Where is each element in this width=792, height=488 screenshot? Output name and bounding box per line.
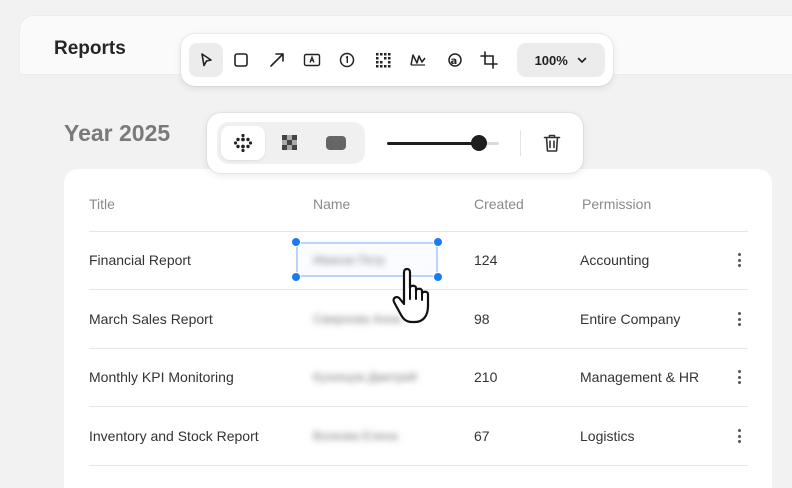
- text-mark-tool-button[interactable]: a: [437, 43, 471, 77]
- cell-title: Financial Report: [89, 252, 191, 268]
- pixelate-icon: [281, 135, 297, 150]
- blur-intensity-slider[interactable]: [387, 133, 499, 153]
- cell-permission: Logistics: [580, 428, 635, 444]
- row-more-icon[interactable]: [732, 251, 746, 269]
- pointer-icon: [201, 53, 212, 67]
- row-divider: [89, 465, 748, 466]
- trash-icon: [543, 134, 561, 152]
- resize-handle-bottom-left[interactable]: [291, 272, 301, 282]
- column-header-created[interactable]: Created: [474, 196, 524, 212]
- zoom-dropdown[interactable]: 100%: [517, 43, 606, 77]
- column-header-title[interactable]: Title: [89, 196, 115, 212]
- dots-blur-icon: [233, 133, 252, 153]
- column-header-permission[interactable]: Permission: [582, 196, 651, 212]
- toolbar-divider: [520, 130, 521, 156]
- row-divider: [89, 406, 748, 407]
- cell-permission: Entire Company: [580, 311, 681, 327]
- text-box-icon: [303, 53, 321, 67]
- chevron-down-icon: [577, 57, 587, 63]
- blur-mode-switch: [217, 122, 365, 164]
- rectangle-tool-button[interactable]: [224, 43, 258, 77]
- cell-name-blurred: Кузнецов Дмитрий: [313, 370, 417, 384]
- pointer-tool-button[interactable]: [189, 43, 223, 77]
- row-more-icon[interactable]: [732, 427, 746, 445]
- dots-blur-button[interactable]: [221, 126, 265, 160]
- slider-thumb[interactable]: [470, 135, 487, 151]
- row-divider: [89, 348, 748, 349]
- solid-fill-button[interactable]: [314, 126, 358, 160]
- cell-permission: Accounting: [580, 252, 650, 268]
- reports-page: Reports Title Name Created Permission Fi…: [0, 0, 792, 488]
- blur-options-toolbar: [207, 113, 583, 173]
- cell-title: Monthly KPI Monitoring: [89, 369, 234, 385]
- crop-tool-button[interactable]: [472, 43, 506, 77]
- cell-name-blurred: Волкова Елена: [313, 429, 398, 443]
- page-title: Reports: [54, 38, 126, 59]
- cell-created: 210: [474, 369, 498, 385]
- number-tool-button[interactable]: [331, 43, 365, 77]
- section-title: Year 2025: [64, 120, 171, 146]
- cell-permission: Management & HR: [580, 369, 700, 385]
- arrow-tool-button[interactable]: [260, 43, 294, 77]
- grid-blur-icon: [375, 53, 391, 68]
- row-more-icon[interactable]: [732, 368, 746, 386]
- resize-handle-top-left[interactable]: [291, 237, 301, 247]
- cell-title: March Sales Report: [89, 311, 213, 327]
- highlight-tool-button[interactable]: [401, 43, 435, 77]
- number-icon: [340, 52, 355, 68]
- delete-button[interactable]: [535, 126, 569, 160]
- slider-fill: [387, 142, 479, 145]
- cell-created: 67: [474, 428, 490, 444]
- svg-text:a: a: [450, 56, 457, 67]
- cell-created: 124: [474, 252, 498, 268]
- crop-icon: [480, 51, 498, 69]
- text-mark-icon: a: [447, 53, 462, 67]
- zoom-value: 100%: [534, 52, 568, 68]
- highlight-icon: [410, 54, 426, 66]
- column-header-name[interactable]: Name: [313, 196, 350, 212]
- pixelate-button[interactable]: [268, 126, 312, 160]
- cell-title: Inventory and Stock Report: [89, 428, 259, 444]
- resize-handle-top-right[interactable]: [433, 237, 443, 247]
- grid-blur-tool-button[interactable]: [366, 43, 400, 77]
- annotation-toolbar: a 100%: [181, 34, 613, 86]
- rectangle-icon: [234, 53, 249, 67]
- arrow-icon: [269, 53, 284, 67]
- solid-fill-icon: [326, 136, 347, 150]
- row-more-icon[interactable]: [732, 310, 746, 328]
- text-box-tool-button[interactable]: [295, 43, 329, 77]
- hand-cursor-icon: [392, 267, 430, 324]
- cell-name-blurred: Смирнова Анна: [313, 312, 401, 326]
- row-divider: [89, 231, 748, 232]
- cell-created: 98: [474, 311, 490, 327]
